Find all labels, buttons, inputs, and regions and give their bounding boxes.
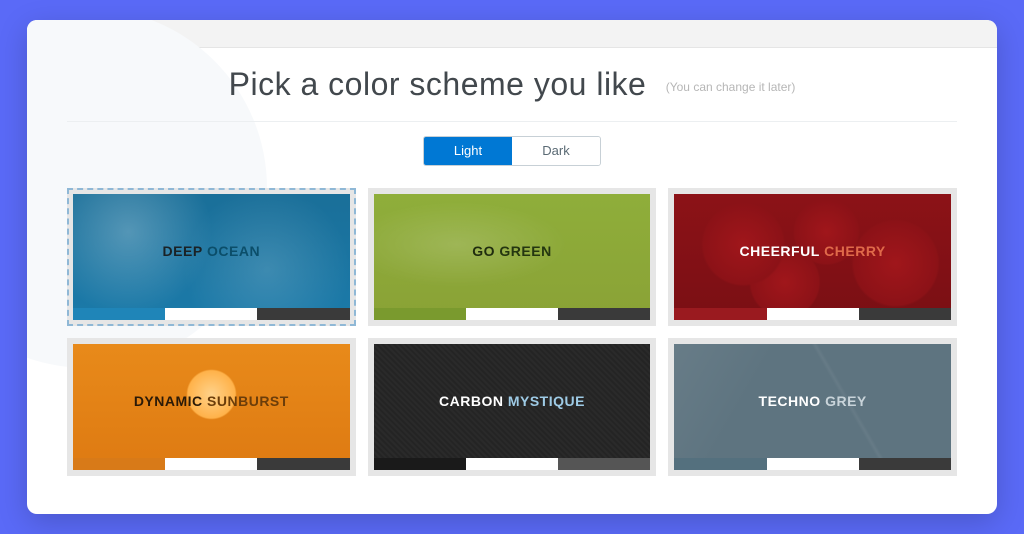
- scheme-label-word2: MYSTIQUE: [508, 393, 585, 409]
- scheme-label-word1: GO: [472, 243, 495, 259]
- swatch: [374, 458, 466, 470]
- scheme-label-word2: GREEN: [499, 243, 551, 259]
- scheme-label-word1: CARBON: [439, 393, 503, 409]
- swatch: [767, 458, 859, 470]
- scheme-card-inner: CHEERFUL CHERRY: [674, 194, 951, 320]
- swatch: [73, 458, 165, 470]
- scheme-swatches: [374, 308, 651, 320]
- scheme-label-word1: TECHNO: [759, 393, 821, 409]
- scheme-card-carbon-mystique[interactable]: CARBON MYSTIQUE: [368, 338, 657, 476]
- swatch: [558, 458, 650, 470]
- scheme-swatches: [674, 308, 951, 320]
- scheme-card-inner: DEEP OCEAN: [73, 194, 350, 320]
- scheme-label-word2: SUNBURST: [207, 393, 289, 409]
- scheme-label: DYNAMIC SUNBURST: [73, 344, 350, 458]
- swatch: [165, 308, 257, 320]
- swatch: [257, 308, 349, 320]
- scheme-swatches: [73, 308, 350, 320]
- scheme-label-word2: OCEAN: [207, 243, 260, 259]
- swatch: [674, 458, 766, 470]
- scheme-label: CHEERFUL CHERRY: [674, 194, 951, 308]
- swatch: [165, 458, 257, 470]
- scheme-card-inner: GO GREEN: [374, 194, 651, 320]
- scheme-card-deep-ocean[interactable]: DEEP OCEAN: [67, 188, 356, 326]
- swatch: [374, 308, 466, 320]
- scheme-card-inner: CARBON MYSTIQUE: [374, 344, 651, 470]
- divider: [67, 121, 957, 122]
- scheme-label: DEEP OCEAN: [73, 194, 350, 308]
- scheme-label-word2: GREY: [825, 393, 867, 409]
- scheme-label: TECHNO GREY: [674, 344, 951, 458]
- scheme-label-word1: DYNAMIC: [134, 393, 203, 409]
- swatch: [767, 308, 859, 320]
- swatch: [466, 458, 558, 470]
- swatch: [257, 458, 349, 470]
- scheme-swatches: [674, 458, 951, 470]
- swatch: [859, 308, 951, 320]
- swatch: [466, 308, 558, 320]
- content-area: Pick a color scheme you like (You can ch…: [27, 48, 997, 514]
- mode-toggle: Light Dark: [67, 136, 957, 166]
- page-title: Pick a color scheme you like (You can ch…: [67, 66, 957, 103]
- scheme-swatches: [374, 458, 651, 470]
- swatch: [859, 458, 951, 470]
- scheme-card-inner: DYNAMIC SUNBURST: [73, 344, 350, 470]
- mode-toggle-group: Light Dark: [423, 136, 601, 166]
- scheme-label-word1: DEEP: [163, 243, 203, 259]
- toggle-light-button[interactable]: Light: [424, 137, 512, 165]
- swatch: [674, 308, 766, 320]
- scheme-card-techno-grey[interactable]: TECHNO GREY: [668, 338, 957, 476]
- toggle-dark-button[interactable]: Dark: [512, 137, 600, 165]
- scheme-card-cheerful-cherry[interactable]: CHEERFUL CHERRY: [668, 188, 957, 326]
- scheme-grid: DEEP OCEANGO GREENCHEERFUL CHERRYDYNAMIC…: [67, 188, 957, 476]
- scheme-card-dynamic-sunburst[interactable]: DYNAMIC SUNBURST: [67, 338, 356, 476]
- swatch: [558, 308, 650, 320]
- scheme-swatches: [73, 458, 350, 470]
- scheme-card-go-green[interactable]: GO GREEN: [368, 188, 657, 326]
- scheme-card-inner: TECHNO GREY: [674, 344, 951, 470]
- scheme-label-word1: CHEERFUL: [740, 243, 820, 259]
- scheme-label: GO GREEN: [374, 194, 651, 308]
- page-subtitle: (You can change it later): [666, 80, 796, 94]
- scheme-label-word2: CHERRY: [824, 243, 886, 259]
- scheme-label: CARBON MYSTIQUE: [374, 344, 651, 458]
- swatch: [73, 308, 165, 320]
- app-window: Pick a color scheme you like (You can ch…: [27, 20, 997, 514]
- page-title-text: Pick a color scheme you like: [229, 66, 647, 102]
